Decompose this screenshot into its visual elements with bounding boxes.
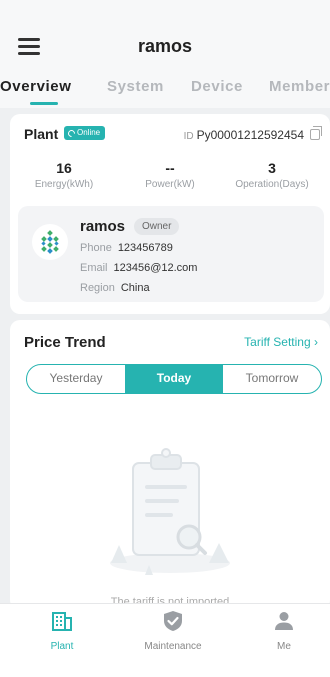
avatar: [32, 224, 68, 260]
email-key: Email: [80, 262, 108, 274]
owner-name: ramos: [80, 218, 126, 235]
shield-check-icon: [164, 611, 182, 631]
owner-info-box[interactable]: ramos Owner Phone 123456789 Email 123456@1…: [18, 206, 324, 302]
day-segmented-control: Yesterday Today Tomorrow: [26, 364, 322, 394]
plant-card: Plant Online ID Py00001212592454 16 Energ…: [10, 114, 330, 314]
region-value: China: [120, 282, 150, 294]
plant-id: ID Py00001212592454: [184, 128, 304, 142]
segment-today[interactable]: Today: [125, 365, 223, 393]
status-badge: Online: [64, 126, 106, 140]
email-value: 123456@12.com: [113, 262, 198, 274]
plant-id-value: Py00001212592454: [196, 128, 304, 142]
stat-energy-value: 16: [56, 160, 72, 176]
bottom-navigation: Plant Maintenance Me: [0, 603, 330, 677]
phone-value: 123456789: [117, 242, 173, 254]
tariff-setting-link[interactable]: Tariff Setting ›: [244, 335, 318, 349]
copy-icon[interactable]: [310, 126, 322, 140]
stat-power: -- Power(kW): [120, 160, 220, 190]
stat-operation-value: 3: [268, 160, 276, 176]
region-key: Region: [80, 282, 115, 294]
nav-maintenance[interactable]: Maintenance: [133, 610, 213, 652]
stat-energy: 16 Energy(kWh): [14, 160, 114, 190]
stat-power-label: Power(kW): [145, 179, 195, 190]
tab-system[interactable]: System: [107, 78, 164, 95]
price-trend-card: Price Trend Tariff Setting › Yesterday T…: [10, 320, 330, 610]
page-title: ramos: [137, 36, 193, 56]
nav-plant[interactable]: Plant: [22, 610, 102, 652]
top-bar: ramos: [0, 0, 330, 72]
tariff-setting-label: Tariff Setting: [244, 335, 311, 349]
active-tab-indicator: [30, 102, 58, 105]
building-icon: [52, 612, 72, 631]
tab-overview[interactable]: Overview: [0, 78, 72, 95]
owner-region-row: Region China: [80, 282, 150, 294]
nav-plant-label: Plant: [50, 641, 74, 652]
stat-operation: 3 Operation(Days): [222, 160, 322, 190]
owner-phone-row: Phone 123456789: [80, 242, 173, 254]
status-badge-label: Online: [77, 128, 101, 137]
plant-logo-icon: [41, 230, 59, 254]
tab-device[interactable]: Device: [191, 78, 243, 95]
person-icon: [275, 612, 293, 630]
owner-role-badge: Owner: [134, 218, 180, 235]
segment-tomorrow[interactable]: Tomorrow: [223, 365, 321, 393]
owner-email-row: Email 123456@12.com: [80, 262, 197, 274]
nav-me[interactable]: Me: [244, 610, 324, 652]
tab-member[interactable]: Member: [269, 78, 330, 95]
stat-energy-label: Energy(kWh): [34, 179, 94, 190]
stat-operation-label: Operation(Days): [235, 179, 309, 190]
phone-key: Phone: [80, 242, 112, 254]
price-trend-title: Price Trend: [24, 334, 106, 351]
nav-me-label: Me: [277, 641, 291, 652]
stat-power-value: --: [165, 160, 175, 176]
nav-maintenance-label: Maintenance: [144, 641, 202, 652]
plant-label: Plant: [24, 126, 59, 142]
empty-state-clipboard-icon: [110, 448, 230, 575]
tab-bar: Overview System Device Member: [0, 72, 330, 108]
plant-id-key: ID: [183, 131, 194, 142]
power-icon: [66, 128, 77, 138]
chevron-right-icon: ›: [314, 335, 318, 349]
segment-yesterday[interactable]: Yesterday: [27, 365, 125, 393]
